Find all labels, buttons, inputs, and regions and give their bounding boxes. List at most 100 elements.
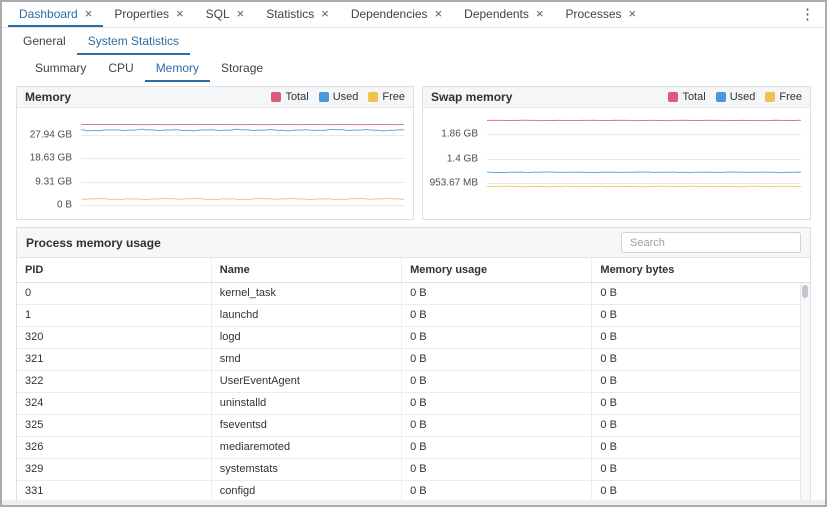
legend-label: Total	[285, 91, 308, 103]
memory-chart-title: Memory	[25, 90, 71, 104]
memory-chart-panel: Memory Total Used Free 27.94 GB18.63 GB9.3…	[16, 86, 414, 220]
window-bottom-strip	[2, 500, 825, 505]
chart-lines	[81, 115, 404, 205]
table-cell: 0 B	[402, 437, 592, 459]
tab-close-icon[interactable]: ×	[321, 7, 329, 20]
tab-statistics[interactable]: Statistics ×	[255, 2, 340, 27]
table-cell: fseventsd	[211, 415, 401, 437]
table-row[interactable]: 320logd0 B0 B	[17, 327, 810, 349]
tab-summary[interactable]: Summary	[24, 55, 97, 82]
tab-dependencies[interactable]: Dependencies×	[340, 2, 453, 27]
table-row[interactable]: 321smd0 B0 B	[17, 349, 810, 371]
tab-properties[interactable]: Properties×	[103, 2, 194, 27]
dashboard-window: Dashboard×Properties×SQL×Statistics×Depe…	[0, 0, 827, 507]
table-scrollbar-thumb[interactable]	[802, 285, 808, 298]
swap-memory-chart-panel: Swap memory Total Used Free 1.86 GB1.4 GB9…	[422, 86, 811, 220]
tab-label: System Statistics	[88, 34, 179, 48]
table-scrollbar[interactable]	[800, 283, 810, 503]
free-line	[487, 186, 801, 187]
free-swatch-icon	[368, 92, 378, 102]
tab-system-statistics[interactable]: System Statistics	[77, 28, 190, 55]
table-cell: 320	[17, 327, 211, 349]
main-tabs: Dashboard×Properties×SQL×Statistics×Depe…	[8, 2, 647, 27]
table-cell: 0 B	[592, 283, 810, 305]
table-cell: 0 B	[402, 327, 592, 349]
table-cell: 321	[17, 349, 211, 371]
legend-item-used: Used	[716, 91, 756, 103]
total-swatch-icon	[271, 92, 281, 102]
tab-close-icon[interactable]: ×	[536, 7, 544, 20]
legend-item-free: Free	[368, 91, 405, 103]
table-cell: 0 B	[402, 371, 592, 393]
tab-general[interactable]: General	[12, 28, 77, 55]
used-line	[81, 129, 404, 131]
tab-memory[interactable]: Memory	[145, 55, 210, 82]
process-memory-title: Process memory usage	[26, 236, 161, 250]
tab-close-icon[interactable]: ×	[629, 7, 637, 20]
tab-close-icon[interactable]: ×	[435, 7, 443, 20]
table-row[interactable]: 324uninstalld0 B0 B	[17, 393, 810, 415]
table-row[interactable]: 326mediaremoted0 B0 B	[17, 437, 810, 459]
table-cell: logd	[211, 327, 401, 349]
gridline	[81, 205, 404, 206]
table-row[interactable]: 322UserEventAgent0 B0 B	[17, 371, 810, 393]
statistics-tabs: SummaryCPUMemoryStorage	[24, 55, 274, 82]
y-tick-label: 953.67 MB	[430, 177, 478, 188]
tab-cpu[interactable]: CPU	[97, 55, 144, 82]
table-cell: 0 B	[592, 393, 810, 415]
swap-memory-chart-legend: Total Used Free	[668, 91, 802, 103]
y-tick-label: 27.94 GB	[30, 129, 72, 140]
table-cell: UserEventAgent	[211, 371, 401, 393]
tab-label: Processes	[565, 7, 621, 21]
table-row[interactable]: 329systemstats0 B0 B	[17, 459, 810, 481]
tab-label: Dashboard	[19, 7, 78, 21]
tab-close-icon[interactable]: ×	[237, 7, 245, 20]
tab-close-icon[interactable]: ×	[176, 7, 184, 20]
table-cell: 0 B	[402, 459, 592, 481]
tab-close-icon[interactable]: ×	[85, 7, 93, 20]
dashboard-tabs: General System Statistics	[12, 28, 190, 55]
process-table: PIDNameMemory usageMemory bytes 0kernel_…	[17, 258, 810, 503]
tab-dependents[interactable]: Dependents×	[453, 2, 554, 27]
free-line	[81, 198, 404, 199]
y-tick-label: 0 B	[57, 200, 72, 211]
tab-storage[interactable]: Storage	[210, 55, 274, 82]
chart-lines	[487, 115, 801, 205]
table-row[interactable]: 0kernel_task0 B0 B	[17, 283, 810, 305]
table-row[interactable]: 325fseventsd0 B0 B	[17, 415, 810, 437]
column-header-memory-bytes[interactable]: Memory bytes	[592, 258, 810, 283]
table-cell: 0 B	[402, 283, 592, 305]
tab-label: Statistics	[266, 7, 314, 21]
legend-label: Free	[779, 91, 802, 103]
tab-processes[interactable]: Processes ×	[554, 2, 647, 27]
table-cell: 0	[17, 283, 211, 305]
column-header-memory-usage[interactable]: Memory usage	[402, 258, 592, 283]
free-swatch-icon	[765, 92, 775, 102]
memory-chart: 27.94 GB18.63 GB9.31 GB0 B	[17, 115, 407, 215]
memory-chart-plot: 27.94 GB18.63 GB9.31 GB0 B	[81, 115, 404, 205]
table-cell: 0 B	[592, 371, 810, 393]
tab-sql[interactable]: SQL×	[195, 2, 256, 27]
y-tick-label: 18.63 GB	[30, 153, 72, 164]
legend-item-free: Free	[765, 91, 802, 103]
column-header-pid[interactable]: PID	[17, 258, 211, 283]
table-row[interactable]: 1launchd0 B0 B	[17, 305, 810, 327]
swap-memory-chart-header: Swap memory Total Used Free	[423, 87, 810, 108]
main-tab-bar: Dashboard×Properties×SQL×Statistics×Depe…	[2, 2, 825, 28]
table-cell: 326	[17, 437, 211, 459]
table-cell: uninstalld	[211, 393, 401, 415]
charts-row: Memory Total Used Free 27.94 GB18.63 GB9.3…	[2, 82, 825, 225]
table-cell: 0 B	[592, 305, 810, 327]
table-cell: 1	[17, 305, 211, 327]
memory-chart-legend: Total Used Free	[271, 91, 405, 103]
overflow-menu-icon[interactable]: ⋮	[796, 5, 819, 23]
column-header-name[interactable]: Name	[211, 258, 401, 283]
swap-memory-chart-plot: 1.86 GB1.4 GB953.67 MB	[487, 115, 801, 205]
legend-label: Used	[333, 91, 359, 103]
swap-memory-chart-title: Swap memory	[431, 90, 512, 104]
tab-dashboard[interactable]: Dashboard ×	[8, 2, 103, 27]
process-table-wrap: PIDNameMemory usageMemory bytes 0kernel_…	[17, 258, 810, 503]
table-cell: 0 B	[592, 327, 810, 349]
search-input[interactable]	[621, 232, 801, 253]
legend-label: Total	[682, 91, 705, 103]
